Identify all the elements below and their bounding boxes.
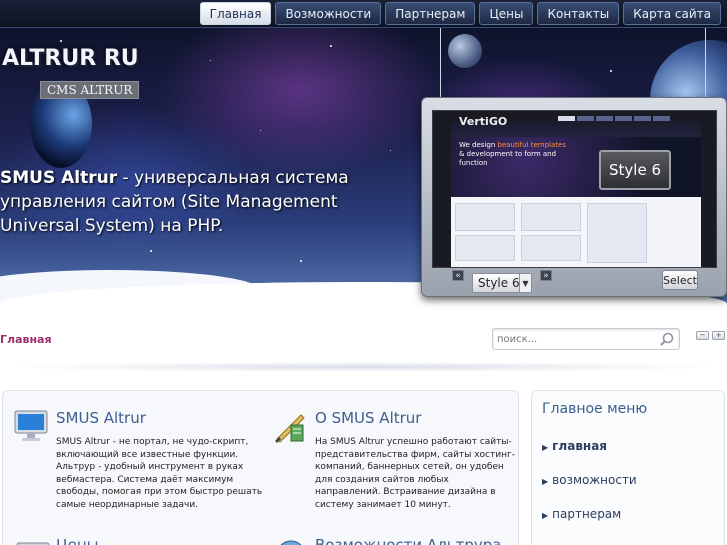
preview-box (521, 203, 581, 231)
feature-text-smus: SMUS Altrur - не портал, не чудо-скрипт,… (56, 437, 263, 510)
triangle-right-icon: ▶ (542, 511, 549, 520)
tagline-product: SMUS Altrur (0, 168, 118, 188)
nav-item-partners[interactable]: Партнерам (385, 2, 476, 25)
sidebar-item-label: главная (552, 439, 607, 453)
triangle-right-icon: ▶ (542, 443, 549, 452)
preview-tab (634, 116, 651, 121)
sidebar-item-home[interactable]: ▶ главная (542, 439, 607, 453)
style-select[interactable]: Style 6 ▼ (472, 273, 532, 293)
feature-title-prices[interactable]: Цены (56, 536, 99, 545)
content-panel: SMUS Altrur SMUS Altrur - не портал, не … (2, 390, 519, 545)
feature-title-capabilities[interactable]: Возможности Альтрура (315, 536, 501, 545)
tagline: SMUS Altrur - универсальная система упра… (0, 166, 350, 238)
nav-item-prices[interactable]: Цены (479, 2, 534, 25)
preview-box (521, 235, 581, 261)
style-badge: Style 6 (599, 150, 671, 190)
breadcrumb[interactable]: Главная (0, 333, 52, 346)
select-style-button[interactable]: Select (662, 270, 698, 290)
main-menu-sidebar: Главное меню ▶ главная ▶ возможности ▶ парт… (531, 390, 725, 545)
sidebar-item-label: партнерам (552, 507, 622, 521)
sidebar-item-features[interactable]: ▶ возможности (542, 473, 637, 487)
style-preview-screen: VertiGO We design beautiful templates & … (432, 110, 717, 268)
divider (0, 362, 727, 372)
style-select-value: Style 6 (478, 276, 520, 290)
preview-tab (558, 116, 575, 121)
planet-image (448, 34, 482, 68)
triangle-right-icon: ▶ (542, 477, 549, 486)
preview-headline-pre: We design (459, 141, 498, 149)
star (150, 250, 152, 252)
header-banner: Главная Возможности Партнерам Цены Конта… (0, 0, 727, 318)
top-navigation-bar: Главная Возможности Партнерам Цены Конта… (0, 0, 727, 28)
sidebar-title: Главное меню (542, 401, 648, 417)
nav-item-features[interactable]: Возможности (275, 2, 382, 25)
tools-icon (275, 414, 305, 443)
nav-item-home[interactable]: Главная (199, 2, 272, 25)
preview-box (455, 203, 515, 231)
globe-icon (280, 540, 302, 545)
star (330, 45, 332, 47)
hanging-wire (440, 28, 441, 100)
star (260, 130, 261, 131)
preview-box (455, 235, 515, 261)
star (300, 260, 302, 262)
preview-box (587, 203, 647, 263)
font-increase-button[interactable]: + (712, 331, 725, 340)
star (210, 60, 211, 61)
feature-title-about[interactable]: О SMUS Altrur (315, 409, 421, 427)
star (60, 40, 62, 42)
nav-item-contacts[interactable]: Контакты (537, 2, 620, 25)
star (390, 150, 391, 151)
prev-style-button[interactable]: « (452, 270, 464, 281)
site-title[interactable]: ALTRUR RU (2, 46, 139, 71)
style-preview-monitor: VertiGO We design beautiful templates & … (421, 97, 727, 297)
feature-title-smus[interactable]: SMUS Altrur (56, 409, 146, 427)
search-box (492, 328, 680, 350)
preview-tab (615, 116, 632, 121)
chevron-down-icon[interactable]: ▼ (519, 274, 531, 292)
sidebar-item-label: возможности (552, 473, 637, 487)
site-subtitle: CMS ALTRUR (40, 81, 140, 99)
preview-tabs (558, 116, 670, 121)
preview-headline-em: beautiful templates (497, 141, 566, 149)
preview-logo: VertiGO (459, 115, 508, 128)
next-style-button[interactable]: » (540, 270, 552, 281)
nav-item-sitemap[interactable]: Карта сайта (623, 2, 721, 25)
preview-tab (577, 116, 594, 121)
font-decrease-button[interactable]: − (696, 331, 709, 340)
search-icon[interactable] (659, 331, 675, 347)
preview-tab (596, 116, 613, 121)
monitor-icon (14, 410, 48, 441)
preview-tab (653, 116, 670, 121)
price-icon (16, 542, 50, 545)
star (610, 70, 612, 72)
preview-headline: We design beautiful templates & developm… (459, 141, 569, 168)
preview-headline-post: & development to form and function (459, 150, 557, 167)
search-input[interactable] (497, 331, 647, 347)
feature-text-about: На SMUS Altrur успешно работают сайты-пр… (315, 437, 515, 510)
hanging-wire (705, 28, 706, 100)
main-nav: Главная Возможности Партнерам Цены Конта… (199, 2, 721, 25)
sidebar-item-partners[interactable]: ▶ партнерам (542, 507, 621, 521)
